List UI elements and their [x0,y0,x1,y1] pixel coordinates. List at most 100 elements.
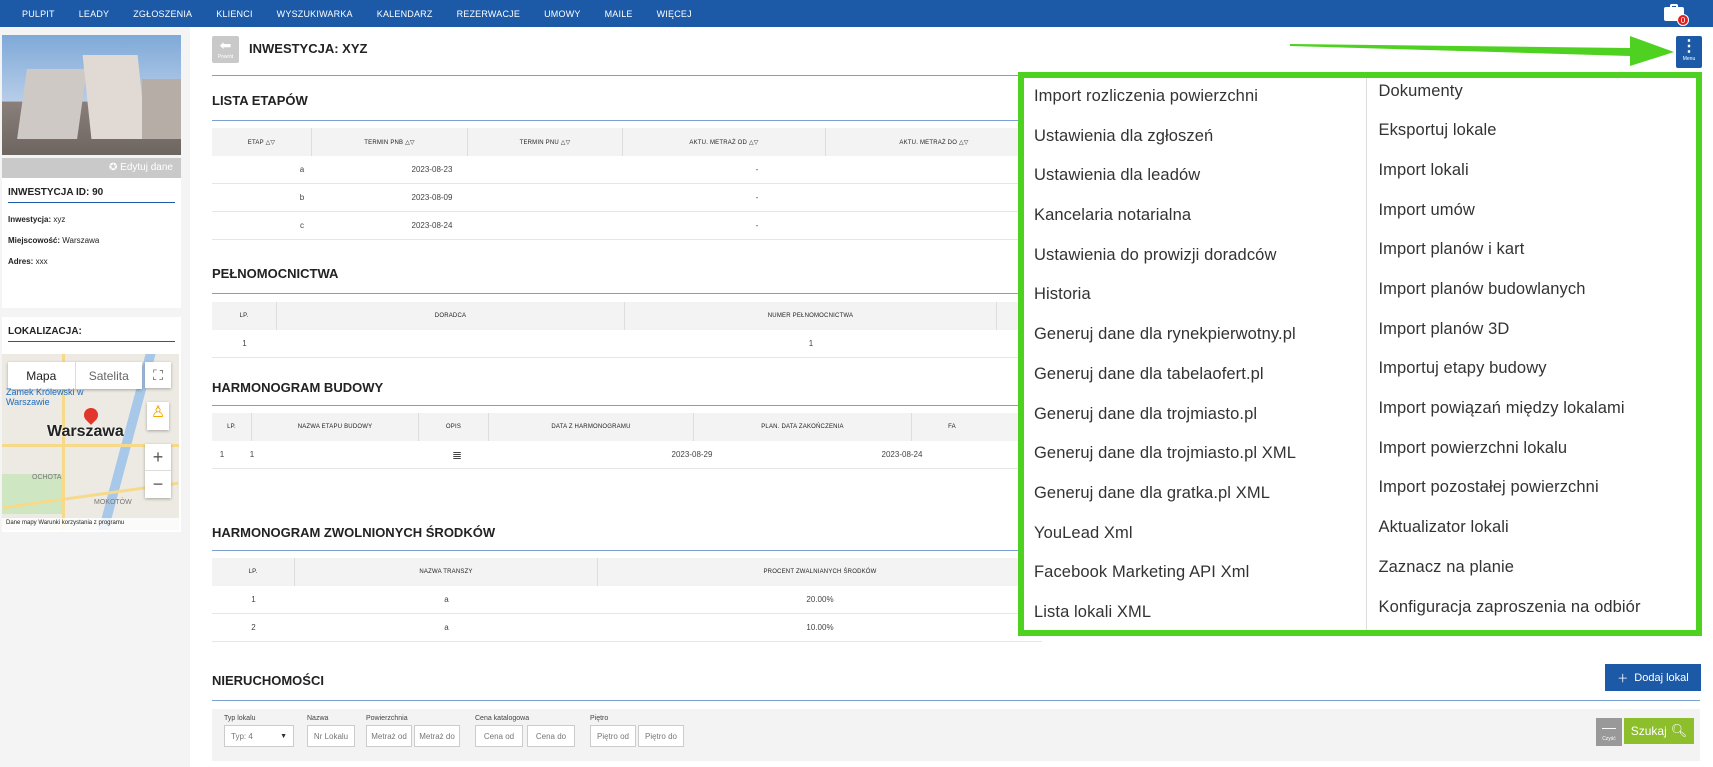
menu-item[interactable]: Konfiguracja zaproszenia na odbiór [1378,598,1640,617]
location-map[interactable]: Mapa Satelita ⛶ ♙ + − Zamek Królewski w … [2,354,179,530]
menu-item[interactable]: Generuj dane dla rynekpierwotny.pl [1034,325,1296,344]
table-cell: c [300,221,304,230]
area-to-input[interactable]: Metraż do [414,725,460,747]
pelnomocnictwa-table-header: LP. DORADCA NUMER PEŁNOMOCNICTWA [212,302,1042,330]
menu-item[interactable]: Facebook Marketing API Xml [1034,563,1249,582]
nav-pulpit[interactable]: PULPIT [10,9,67,19]
top-nav: PULPIT LEADY ZGŁOSZENIA KLIENCI WYSZUKIW… [0,0,1713,27]
menu-item[interactable]: Ustawienia do prowizji doradców [1034,246,1276,265]
menu-item[interactable]: Ustawienia dla zgłoszeń [1034,127,1213,146]
info-row-miejscowosc: Miejscowość: Warszawa [2,236,181,245]
menu-item[interactable]: Import rozliczenia powierzchni [1034,87,1258,106]
column-header[interactable]: AKTU. METRAŻ OD △▽ [623,128,826,156]
column-header: LP. [212,302,277,330]
nav-rezerwacje[interactable]: REZERWACJE [445,9,533,19]
menu-item[interactable]: Import planów 3D [1378,320,1509,339]
column-header: DORADCA [277,302,625,330]
etapy-table-header: ETAP △▽ TERMIN PNB △▽ TERMIN PNU △▽ AKTU… [212,128,1042,156]
search-button[interactable]: Szukaj 🔍︎ [1624,718,1694,744]
column-header[interactable]: AKTU. METRAŻ DO △▽ [826,128,1042,156]
menu-item[interactable]: Import powierzchni lokalu [1378,439,1567,458]
table-row[interactable]: 2 a 10.00% [212,614,1042,642]
clear-label: Czyść [1602,736,1616,742]
nav-umowy[interactable]: UMOWY [532,9,593,19]
map-pin-icon [81,405,101,425]
table-row[interactable]: b 2023-08-09 - [212,184,1042,212]
info-value: xxx [35,257,48,266]
menu-item[interactable]: Ustawienia dla leadów [1034,166,1200,185]
nav-wyszukiwarka[interactable]: WYSZUKIWARKA [265,9,365,19]
filter-label: Piętro [590,715,609,722]
clear-button[interactable]: — Czyść [1596,718,1622,746]
column-header[interactable]: ETAP △▽ [212,128,312,156]
add-unit-button[interactable]: ＋ Dodaj lokal [1605,664,1701,691]
nav-kalendarz[interactable]: KALENDARZ [365,9,445,19]
menu-button[interactable]: ⋮ Menu [1676,36,1702,68]
menu-item[interactable]: Import planów budowlanych [1378,280,1585,299]
floor-from-input[interactable]: Piętro od [590,725,636,747]
menu-item[interactable]: Import umów [1378,201,1474,220]
nav-maile[interactable]: MAILE [593,9,645,19]
map-type-map[interactable]: Mapa [8,362,76,389]
zoom-out-button[interactable]: − [145,471,171,498]
table-cell: b [299,193,305,202]
table-cell: 1 [249,450,255,459]
menu-item[interactable]: Eksportuj lokale [1378,121,1496,140]
fullscreen-icon[interactable]: ⛶ [145,362,171,388]
info-row-adres: Adres: xxx [2,257,181,266]
select-value: Typ: 4 [231,731,253,741]
info-label: Miejscowość: [8,236,61,245]
nav-wiecej[interactable]: WIĘCEJ [645,9,704,19]
briefcase-icon[interactable]: 0 [1661,2,1689,26]
menu-item[interactable]: Zaznacz na planie [1378,558,1514,577]
table-row[interactable]: 1 1 [212,330,1042,358]
section-title-srodki: HARMONOGRAM ZWOLNIONYCH ŚRODKÓW [212,525,496,540]
type-select[interactable]: Typ: 4 ▼ [224,725,294,747]
price-from-input[interactable]: Cena od [475,725,523,747]
menu-item[interactable]: YouLead Xml [1034,524,1133,543]
menu-item[interactable]: Generuj dane dla tabelaofert.pl [1034,365,1264,384]
section-title-nieruchomosci: NIERUCHOMOŚCI [212,673,324,688]
area-from-input[interactable]: Metraż od [366,725,412,747]
nav-klienci[interactable]: KLIENCI [204,9,264,19]
map-credit[interactable]: Dane mapy Warunki korzystania z programu [2,518,179,530]
menu-item[interactable]: Import planów i kart [1378,240,1524,259]
divider [212,550,1042,551]
table-row[interactable]: 1 a 20.00% [212,586,1042,614]
price-to-input[interactable]: Cena do [527,725,575,747]
name-input[interactable]: Nr Lokalu [307,725,355,747]
filter-label: Nazwa [307,715,329,722]
menu-item[interactable]: Importuj etapy budowy [1378,359,1546,378]
table-row[interactable]: a 2023-08-23 - [212,156,1042,184]
edit-data-button[interactable]: ✪ Edytuj dane [2,158,181,178]
description-icon[interactable]: ≣ [272,448,642,462]
column-header[interactable]: TERMIN PNU △▽ [468,128,623,156]
filter-typ: Typ lokalu Typ: 4 ▼ [224,715,294,747]
table-row[interactable]: c 2023-08-24 - [212,212,1042,240]
menu-item[interactable]: Import pozostałej powierzchni [1378,478,1598,497]
floor-to-input[interactable]: Piętro do [638,725,684,747]
range-inputs: Cena od Cena do [475,725,575,747]
menu-item[interactable]: Lista lokali XML [1034,603,1151,622]
menu-item[interactable]: Import powiązań między lokalami [1378,399,1624,418]
map-type-satellite[interactable]: Satelita [76,362,143,389]
app-root: PULPIT LEADY ZGŁOSZENIA KLIENCI WYSZUKIW… [0,0,1713,767]
map-district: MOKOTÓW [94,499,132,506]
back-button[interactable]: ⬅ Powrót [212,36,239,63]
menu-item[interactable]: Historia [1034,285,1091,304]
menu-item[interactable]: Generuj dane dla trojmiasto.pl XML [1034,444,1296,463]
zoom-in-button[interactable]: + [145,444,171,471]
nav-zgloszenia[interactable]: ZGŁOSZENIA [121,9,204,19]
menu-item[interactable]: Import lokali [1378,161,1468,180]
pegman-icon[interactable]: ♙ [147,402,169,430]
column-header[interactable]: TERMIN PNB △▽ [312,128,468,156]
menu-item[interactable]: Dokumenty [1378,82,1462,101]
nav-leady[interactable]: LEADY [67,9,122,19]
menu-item[interactable]: Generuj dane dla gratka.pl XML [1034,484,1270,503]
table-row[interactable]: 1 1 ≣ 2023-08-29 2023-08-24 [212,441,1042,469]
menu-item[interactable]: Kancelaria notarialna [1034,206,1191,225]
menu-item[interactable]: Aktualizator lokali [1378,518,1508,537]
menu-label: Menu [1682,56,1696,62]
column-header: LP. [212,558,295,586]
menu-item[interactable]: Generuj dane dla trojmiasto.pl [1034,405,1257,424]
